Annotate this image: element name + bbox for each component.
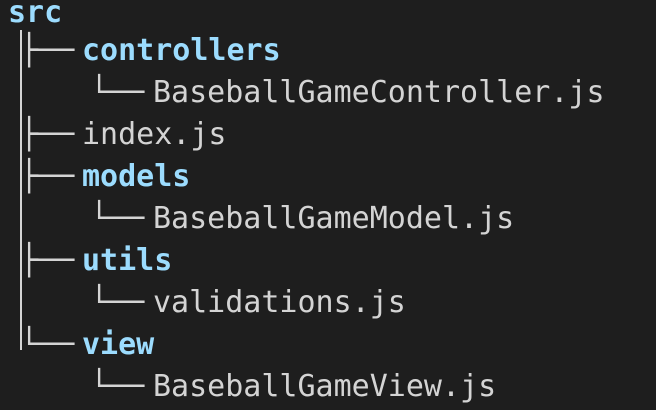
folder-models[interactable]: models	[82, 156, 190, 198]
folder-utils[interactable]: utils	[82, 240, 172, 282]
child-branch-connector: └──	[90, 75, 145, 110]
file-baseball-game-view[interactable]: BaseballGameView.js	[153, 366, 496, 408]
child-branch-connector: └──	[90, 285, 145, 320]
tree-row-model-file[interactable]: └── BaseballGameModel.js	[0, 198, 656, 240]
child-branch-connector: └──	[90, 369, 145, 404]
tree-row-index[interactable]: ├── index.js	[0, 114, 656, 156]
child-branch-connector: └──	[90, 201, 145, 236]
file-baseball-game-controller[interactable]: BaseballGameController.js	[153, 72, 605, 114]
last-branch-connector: └──	[20, 327, 75, 362]
file-index[interactable]: index.js	[82, 114, 227, 156]
branch-connector: ├──	[20, 33, 75, 68]
tree-row-view-file[interactable]: └── BaseballGameView.js	[0, 366, 656, 408]
tree-row-validations-file[interactable]: └── validations.js	[0, 282, 656, 324]
branch-connector: ├──	[20, 117, 75, 152]
file-tree: src ├── controllers └── BaseballGameCont…	[0, 0, 656, 410]
branch-connector: ├──	[20, 243, 75, 278]
tree-row-view[interactable]: └── view	[0, 324, 656, 366]
tree-root-src[interactable]: src	[8, 0, 62, 34]
tree-row-models[interactable]: ├── models	[0, 156, 656, 198]
folder-controllers[interactable]: controllers	[82, 30, 281, 72]
branch-connector: ├──	[20, 159, 75, 194]
tree-row-controller-file[interactable]: └── BaseballGameController.js	[0, 72, 656, 114]
tree-row-utils[interactable]: ├── utils	[0, 240, 656, 282]
folder-view[interactable]: view	[82, 324, 154, 366]
file-validations[interactable]: validations.js	[153, 282, 406, 324]
tree-row-controllers[interactable]: ├── controllers	[0, 30, 656, 72]
file-baseball-game-model[interactable]: BaseballGameModel.js	[153, 198, 514, 240]
